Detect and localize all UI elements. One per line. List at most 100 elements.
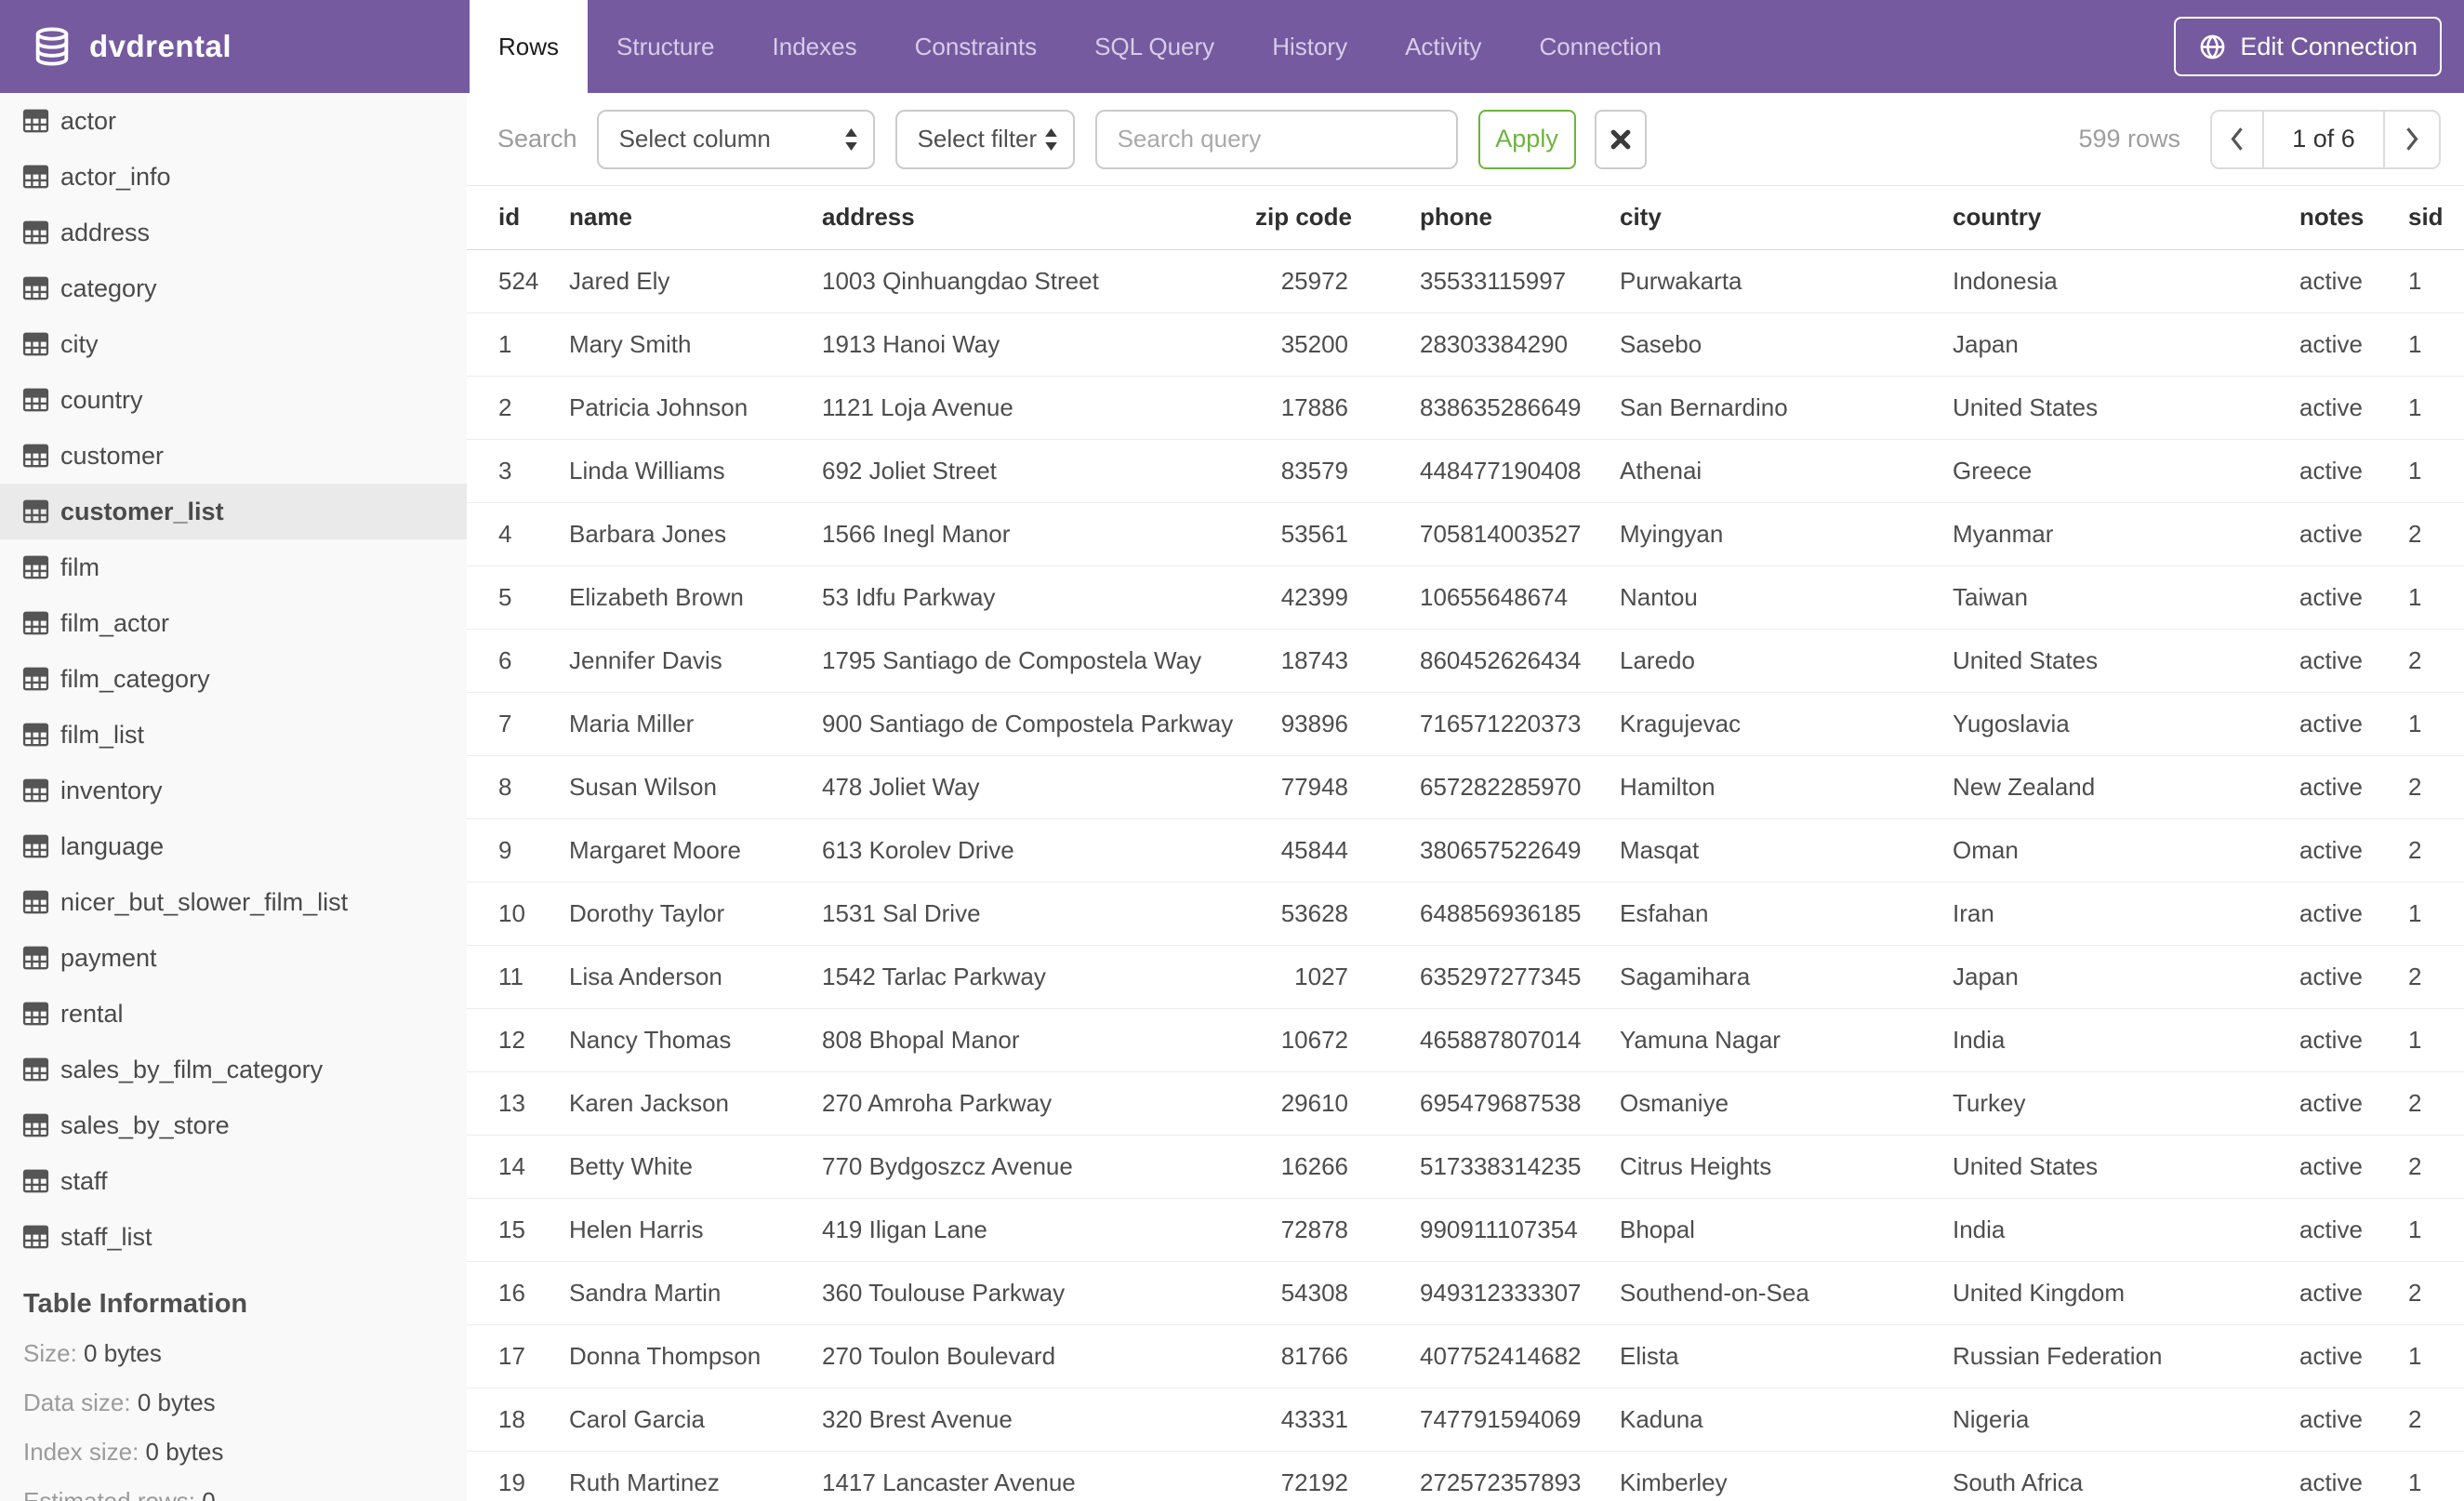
cell-name: Maria Miller — [544, 692, 797, 756]
sidebar-item-film_list[interactable]: film_list — [0, 707, 467, 763]
table-name: film_category — [60, 664, 210, 693]
cell-city: Hamilton — [1595, 755, 1927, 819]
sidebar-item-staff_list[interactable]: staff_list — [0, 1209, 467, 1265]
table-row[interactable]: 19 Ruth Martinez 1417 Lancaster Avenue 7219… — [467, 1451, 2464, 1501]
column-header-name[interactable]: name — [544, 186, 797, 250]
tab-constraints[interactable]: Constraints — [886, 0, 1066, 93]
table-name: category — [60, 273, 157, 302]
table-row[interactable]: 5 Elizabeth Brown 53 Idfu Parkway 42399 1065… — [467, 565, 2464, 630]
tab-indexes[interactable]: Indexes — [744, 0, 886, 93]
sidebar-item-sales_by_film_category[interactable]: sales_by_film_category — [0, 1042, 467, 1097]
sidebar-item-actor_info[interactable]: actor_info — [0, 149, 467, 205]
search-query-input[interactable] — [1094, 109, 1458, 169]
cell-country: New Zealand — [1927, 755, 2274, 819]
tab-rows[interactable]: Rows — [470, 0, 589, 93]
sidebar-item-sales_by_store[interactable]: sales_by_store — [0, 1097, 467, 1153]
table-row[interactable]: 7 Maria Miller 900 Santiago de Compostela … — [467, 692, 2464, 756]
sidebar-item-customer[interactable]: customer — [0, 428, 467, 484]
cell-sid: 2 — [2377, 1135, 2464, 1199]
sidebar-item-rental[interactable]: rental — [0, 986, 467, 1042]
cell-country: United States — [1927, 1135, 2274, 1199]
cell-phone: 990911107354 — [1395, 1198, 1595, 1262]
table-row[interactable]: 6 Jennifer Davis 1795 Santiago de Composte… — [467, 629, 2464, 693]
content: actor actor_info address category city countr… — [0, 93, 2464, 1501]
table-row[interactable]: 8 Susan Wilson 478 Joliet Way 77948 65728228… — [467, 755, 2464, 819]
column-header-zip-code[interactable]: zip code — [1255, 186, 1395, 250]
table-row[interactable]: 12 Nancy Thomas 808 Bhopal Manor 10672 46588… — [467, 1008, 2464, 1072]
info-value: 0 — [202, 1487, 216, 1501]
table-row[interactable]: 17 Donna Thompson 270 Toulon Boulevard 8176… — [467, 1324, 2464, 1388]
table-name: actor_info — [60, 162, 171, 191]
tab-sql-query[interactable]: SQL Query — [1066, 0, 1243, 93]
tab-history[interactable]: History — [1243, 0, 1376, 93]
tab-structure[interactable]: Structure — [588, 0, 744, 93]
table-row[interactable]: 2 Patricia Johnson 1121 Loja Avenue 17886 83… — [467, 376, 2464, 440]
edit-connection-label: Edit Connection — [2240, 32, 2418, 60]
info-label: Index size: — [23, 1438, 139, 1466]
table-row[interactable]: 524 Jared Ely 1003 Qinhuangdao Street 25972… — [467, 249, 2464, 313]
table-row[interactable]: 3 Linda Williams 692 Joliet Street 83579 448… — [467, 439, 2464, 503]
filter-select-value: Select filter — [917, 125, 1038, 153]
cell-phone: 465887807014 — [1395, 1008, 1595, 1072]
cell-name: Helen Harris — [544, 1198, 797, 1262]
filter-select[interactable]: Select filter — [894, 109, 1075, 169]
cell-name: Elizabeth Brown — [544, 565, 797, 630]
next-page-button[interactable] — [2383, 111, 2439, 167]
column-header-address[interactable]: address — [797, 186, 1255, 250]
cell-country: Oman — [1927, 818, 2274, 883]
table-name: payment — [60, 943, 157, 972]
sidebar-item-film_actor[interactable]: film_actor — [0, 595, 467, 651]
column-header-phone[interactable]: phone — [1395, 186, 1595, 250]
table-row[interactable]: 13 Karen Jackson 270 Amroha Parkway 29610 69… — [467, 1071, 2464, 1136]
column-header-sid[interactable]: sid — [2377, 186, 2464, 250]
sidebar-item-film[interactable]: film — [0, 539, 467, 595]
column-header-notes[interactable]: notes — [2274, 186, 2377, 250]
cell-name: Barbara Jones — [544, 502, 797, 566]
table-row[interactable]: 18 Carol Garcia 320 Brest Avenue 43331 74779… — [467, 1388, 2464, 1452]
cell-notes: active — [2274, 376, 2377, 440]
info-value: 0 bytes — [137, 1388, 216, 1416]
apply-button[interactable]: Apply — [1477, 109, 1576, 169]
sidebar-item-nicer_but_slower_film_list[interactable]: nicer_but_slower_film_list — [0, 874, 467, 930]
column-header-country[interactable]: country — [1927, 186, 2274, 250]
table-row[interactable]: 11 Lisa Anderson 1542 Tarlac Parkway 1027 63… — [467, 945, 2464, 1009]
sidebar-item-city[interactable]: city — [0, 316, 467, 372]
sidebar-item-customer_list[interactable]: customer_list — [0, 484, 467, 539]
sidebar-item-payment[interactable]: payment — [0, 930, 467, 986]
cell-sid: 2 — [2377, 1388, 2464, 1452]
clear-search-button[interactable] — [1594, 109, 1647, 169]
sidebar-item-country[interactable]: country — [0, 372, 467, 428]
sidebar-item-language[interactable]: language — [0, 818, 467, 874]
cell-country: Nigeria — [1927, 1388, 2274, 1452]
main-panel: Search Select column Select filter Searc… — [467, 93, 2464, 1501]
cell-address: 1121 Loja Avenue — [797, 376, 1255, 440]
table-row[interactable]: 1 Mary Smith 1913 Hanoi Way 35200 2830338429… — [467, 312, 2464, 377]
cell-name: Jared Ely — [544, 249, 797, 313]
column-header-city[interactable]: city — [1595, 186, 1927, 250]
prev-page-button[interactable] — [2212, 111, 2264, 167]
column-header-id[interactable]: id — [467, 186, 544, 250]
table-row[interactable]: 10 Dorothy Taylor 1531 Sal Drive 53628 64885… — [467, 882, 2464, 946]
cell-zip: 29610 — [1255, 1071, 1395, 1136]
table-row[interactable]: 9 Margaret Moore 613 Korolev Drive 45844 380… — [467, 818, 2464, 883]
cell-address: 613 Korolev Drive — [797, 818, 1255, 883]
updown-caret-icon — [1044, 127, 1058, 151]
cell-zip: 17886 — [1255, 376, 1395, 440]
tab-activity[interactable]: Activity — [1376, 0, 1510, 93]
sidebar-item-actor[interactable]: actor — [0, 93, 467, 149]
sidebar-item-staff[interactable]: staff — [0, 1153, 467, 1209]
sidebar-item-address[interactable]: address — [0, 205, 467, 260]
tab-connection[interactable]: Connection — [1510, 0, 1690, 93]
cell-sid: 1 — [2377, 439, 2464, 503]
column-select[interactable]: Select column — [596, 109, 875, 169]
sidebar-item-film_category[interactable]: film_category — [0, 651, 467, 707]
table-row[interactable]: 16 Sandra Martin 360 Toulouse Parkway 54308… — [467, 1261, 2464, 1325]
cell-country: United States — [1927, 376, 2274, 440]
sidebar-item-category[interactable]: category — [0, 260, 467, 316]
table-row[interactable]: 15 Helen Harris 419 Iligan Lane 72878 990911… — [467, 1198, 2464, 1262]
edit-connection-button[interactable]: Edit Connection — [2174, 17, 2442, 76]
table-row[interactable]: 14 Betty White 770 Bydgoszcz Avenue 16266 51… — [467, 1135, 2464, 1199]
cell-id: 10 — [467, 882, 544, 946]
table-row[interactable]: 4 Barbara Jones 1566 Inegl Manor 53561 70581… — [467, 502, 2464, 566]
sidebar-item-inventory[interactable]: inventory — [0, 763, 467, 818]
